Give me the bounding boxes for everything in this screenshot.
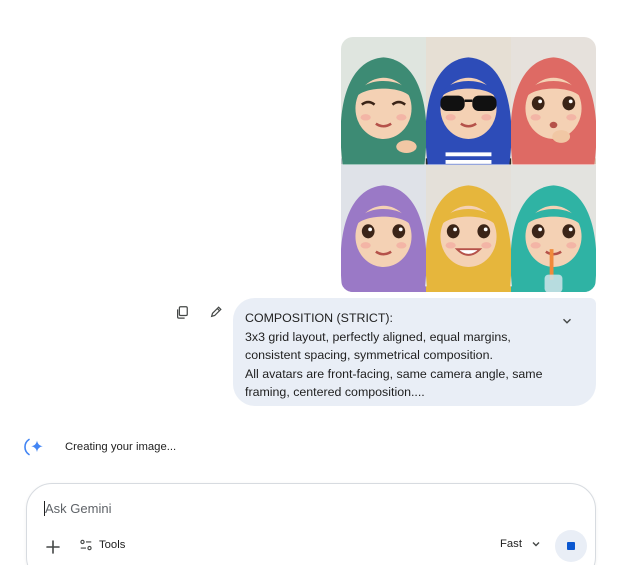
edit-icon[interactable] [206,302,226,322]
chevron-down-icon[interactable] [560,314,574,328]
avatar-green-wink [341,37,426,165]
uploaded-avatar-grid-image[interactable] [341,37,596,292]
mode-label: Fast [500,538,522,550]
avatar-red-thinking [511,37,596,165]
prompt-line-5: framing, centered composition.... [245,385,425,399]
tools-label: Tools [99,539,126,551]
add-icon[interactable] [43,537,63,557]
tools-button[interactable]: Tools [79,538,125,552]
prompt-line-4: All avatars are front-facing, same camer… [245,366,543,381]
copy-icon[interactable] [172,302,192,322]
status-text: Creating your image... [65,441,177,453]
text-caret [44,501,45,516]
message-actions [172,302,226,322]
mode-selector[interactable]: Fast [500,538,542,550]
chevron-down-icon [532,542,540,547]
prompt-input[interactable] [45,501,565,516]
stop-button[interactable] [555,530,587,562]
avatar-blue-sunglasses [426,37,511,165]
generation-status: Creating your image... [23,436,176,458]
tools-icon [80,539,92,551]
user-prompt-bubble: COMPOSITION (STRICT): 3x3 grid layout, p… [233,298,596,406]
prompt-composer: Tools Fast [26,483,596,565]
avatar-teal-drink [511,164,596,292]
prompt-line-3: consistent spacing, symmetrical composit… [245,348,493,362]
prompt-line-2: 3x3 grid layout, perfectly aligned, equa… [245,329,511,344]
prompt-line-1: COMPOSITION (STRICT): [245,311,393,325]
stop-icon [567,542,575,550]
avatar-yellow-smile [426,164,511,292]
avatar-purple [341,164,426,292]
gemini-spark-icon [23,436,45,458]
